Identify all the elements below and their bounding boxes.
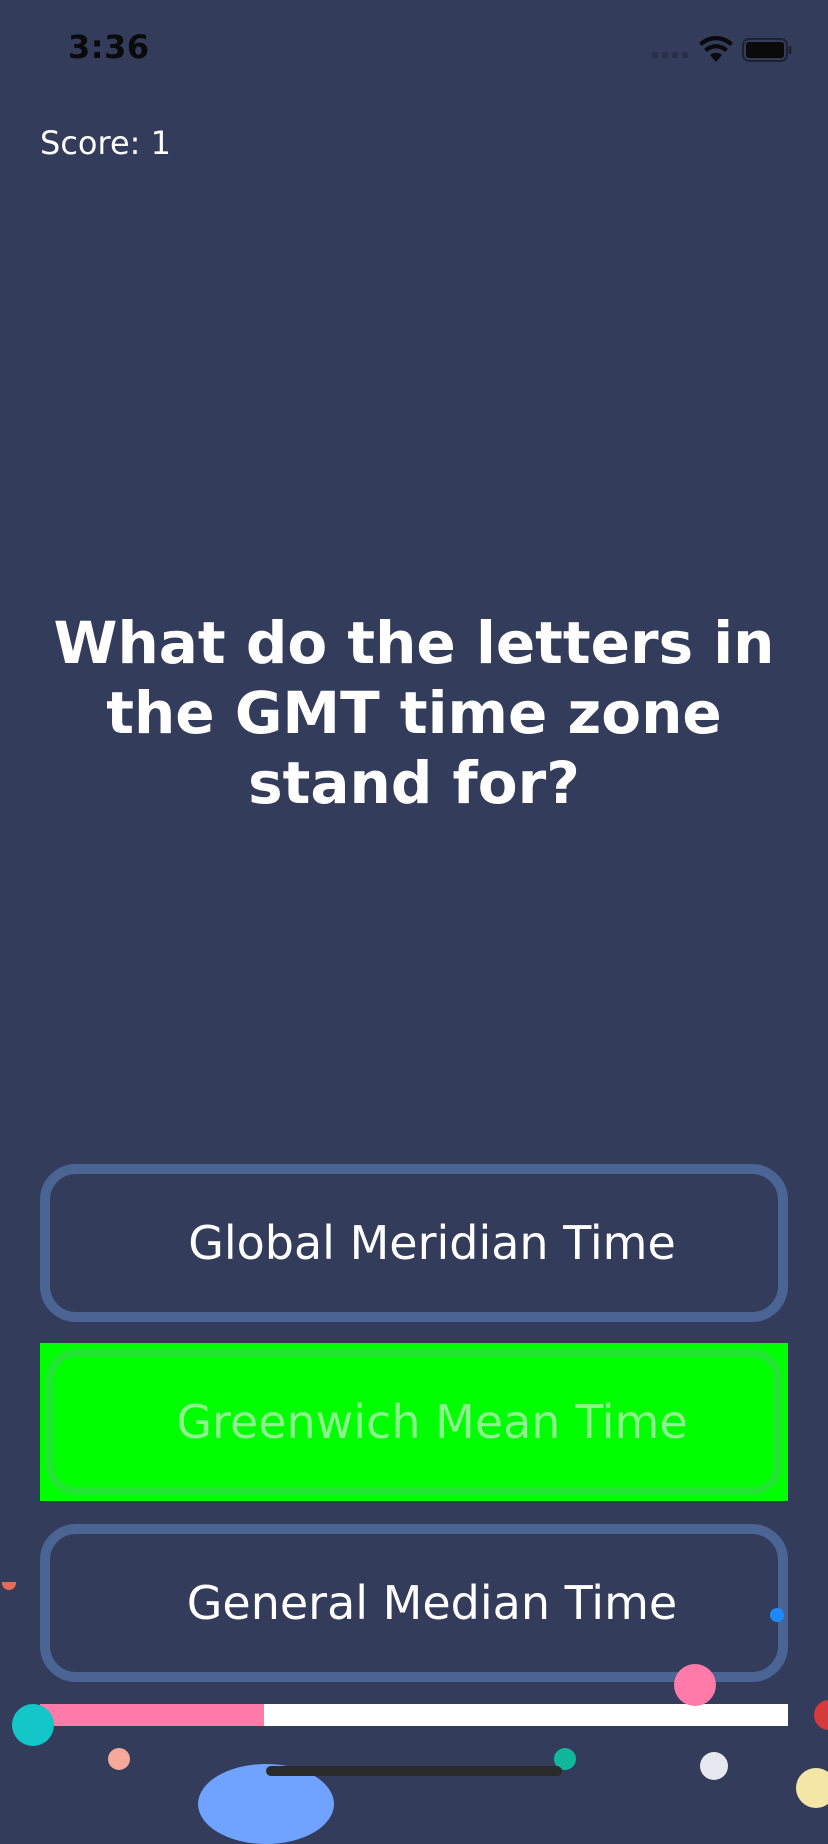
status-bar: 3:36: [0, 0, 828, 100]
answer-label: Greenwich Mean Time: [176, 1395, 688, 1449]
progress-bar: [40, 1704, 788, 1726]
confetti-dot: [770, 1608, 784, 1622]
question-text: What do the letters in the GMT time zone…: [53, 609, 775, 817]
confetti-dot: [796, 1768, 828, 1808]
battery-icon: [742, 38, 792, 62]
answer-button-1[interactable]: Global Meridian Time: [40, 1164, 788, 1322]
answer-label: General Median Time: [186, 1576, 678, 1630]
answer-button-3[interactable]: General Median Time: [40, 1524, 788, 1682]
progress-bar-fill: [40, 1704, 265, 1726]
status-time: 3:36: [68, 28, 150, 66]
confetti-dot: [2, 1582, 16, 1590]
answer-label: Global Meridian Time: [188, 1216, 676, 1270]
home-indicator[interactable]: [266, 1766, 562, 1776]
confetti-dot: [814, 1700, 828, 1730]
answer-button-2[interactable]: Greenwich Mean Time: [40, 1343, 788, 1501]
confetti-dot: [108, 1748, 130, 1770]
confetti-dot: [12, 1704, 54, 1746]
wifi-icon: [699, 35, 733, 62]
cellular-signal-icon: [652, 52, 688, 58]
confetti-blob: [198, 1764, 334, 1844]
confetti-dot: [674, 1664, 716, 1706]
score-label: Score: 1: [40, 124, 171, 162]
confetti-dot: [700, 1752, 728, 1780]
